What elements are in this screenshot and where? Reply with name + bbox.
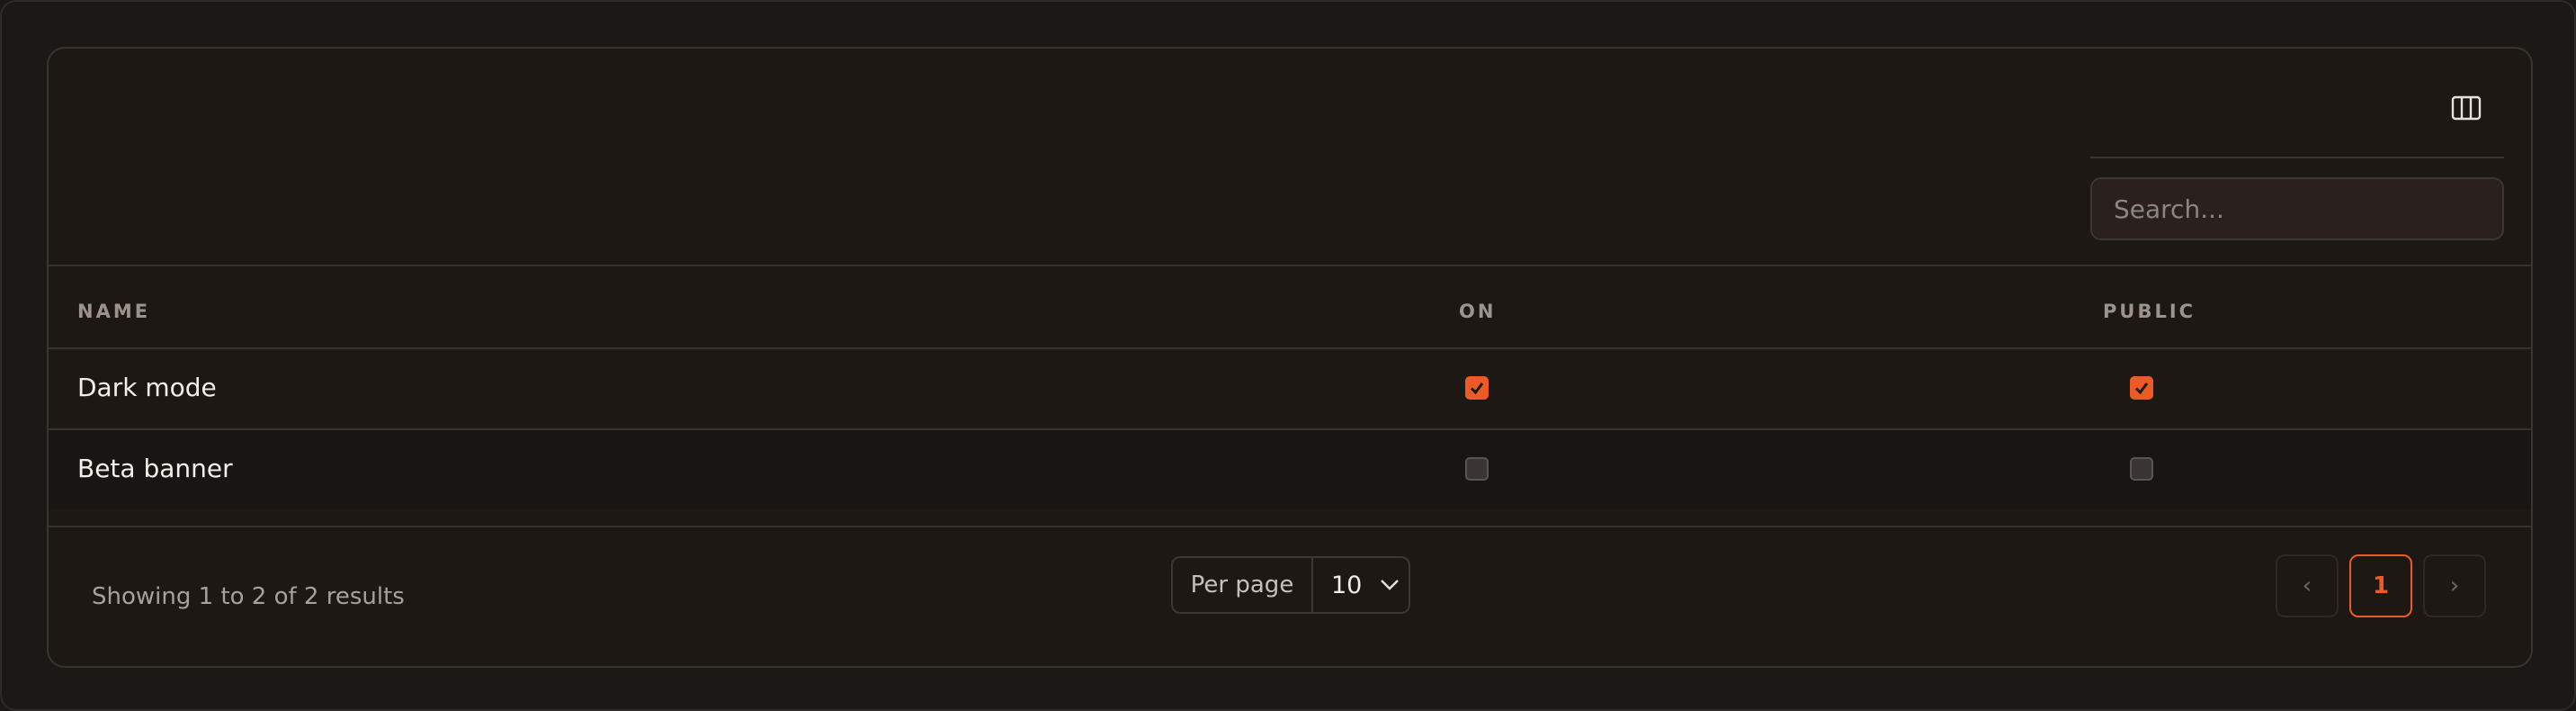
column-header-on[interactable]: ON (1459, 301, 1496, 322)
columns-icon (2451, 95, 2482, 121)
results-summary: Showing 1 to 2 of 2 results (92, 583, 405, 610)
table-row: Dark mode (49, 349, 2531, 428)
next-page-button[interactable]: › (2423, 554, 2486, 617)
search-divider (2090, 157, 2504, 158)
row-name: Dark mode (77, 373, 217, 402)
per-page-value: 10 (1331, 571, 1363, 599)
table-card: NAME ON PUBLIC Dark mode Beta banner Sho… (47, 47, 2533, 668)
row-name: Beta banner (77, 454, 233, 483)
per-page-control: Per page 10 (1171, 556, 1410, 614)
check-icon (2134, 382, 2149, 395)
table-row: Beta banner (49, 430, 2531, 509)
per-page-select[interactable]: 10 (1313, 558, 1409, 612)
public-checkbox[interactable] (2130, 376, 2153, 400)
check-icon (1470, 382, 1484, 395)
previous-page-button[interactable]: ‹ (2276, 554, 2339, 617)
app-frame: NAME ON PUBLIC Dark mode Beta banner Sho… (0, 0, 2576, 711)
table-header: NAME ON PUBLIC (49, 266, 2531, 347)
on-checkbox[interactable] (1465, 457, 1489, 481)
column-header-public[interactable]: PUBLIC (2103, 301, 2196, 322)
search-input[interactable] (2090, 177, 2504, 240)
page-button-current[interactable]: 1 (2349, 554, 2412, 617)
column-toggle-button[interactable] (2445, 86, 2488, 130)
on-checkbox[interactable] (1465, 376, 1489, 400)
per-page-label: Per page (1173, 558, 1313, 612)
public-checkbox[interactable] (2130, 457, 2153, 481)
column-header-name[interactable]: NAME (77, 301, 150, 322)
table-toolbar (49, 49, 2531, 265)
chevron-down-icon (1381, 580, 1400, 590)
table-footer: Showing 1 to 2 of 2 results Per page 10 … (49, 527, 2531, 666)
